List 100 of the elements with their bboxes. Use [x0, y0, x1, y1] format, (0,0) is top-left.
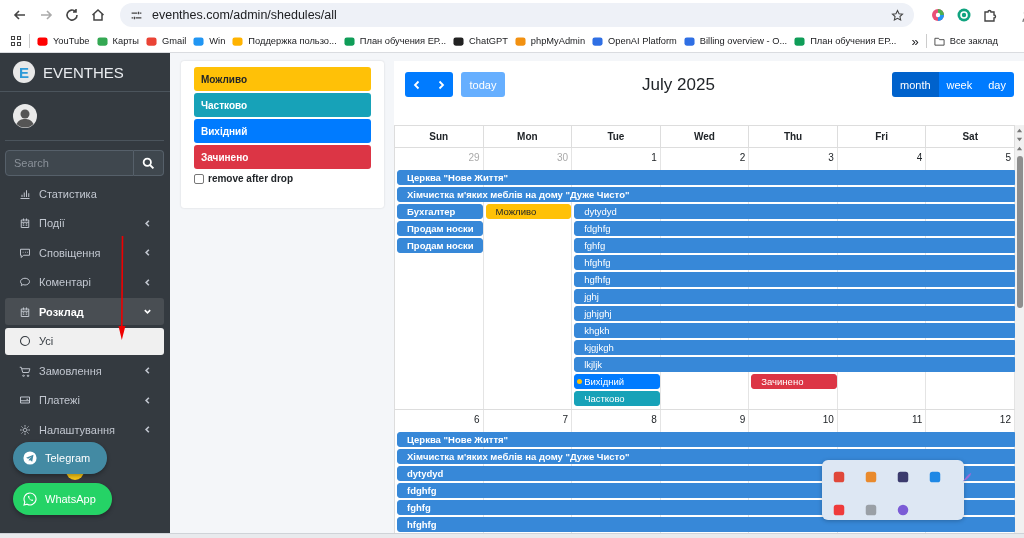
next-button[interactable] — [429, 72, 453, 97]
day-number[interactable]: 8 — [572, 410, 661, 432]
bookmark[interactable]: Карты — [96, 35, 140, 47]
calendar-event[interactable]: lkjljk — [574, 357, 1015, 372]
url-text: eventhes.com/admin/shedules/all — [152, 8, 338, 22]
view-tab[interactable]: day — [980, 72, 1014, 97]
previous-button[interactable] — [405, 72, 429, 97]
calendar-event[interactable]: hgfhfg — [574, 272, 1015, 287]
calendar-icon — [19, 217, 31, 229]
calendar-event[interactable]: hfghfg — [397, 517, 1015, 532]
day-number[interactable]: 12 — [926, 410, 1015, 432]
calendar-event[interactable]: hfghfg — [574, 255, 1015, 270]
bookmark[interactable]: phpMyAdmin — [514, 35, 586, 47]
calendar-event[interactable]: Продам носки — [397, 238, 483, 253]
scroll-up-icon[interactable] — [1016, 127, 1023, 134]
view-tab[interactable]: month — [892, 72, 939, 97]
bookmark[interactable]: Поддержка пользо... — [232, 35, 337, 47]
chevron-left-icon — [143, 425, 152, 434]
nav-item[interactable]: Коментарі — [5, 268, 164, 296]
app-icon[interactable] — [960, 470, 974, 484]
day-number[interactable]: 1 — [572, 148, 661, 170]
calendar-event[interactable]: Хімчистка м'яких меблів на дому "Дуже Чисто" — [397, 449, 1015, 464]
home-icon[interactable] — [90, 7, 106, 23]
calendar-event[interactable]: Хімчистка м'яких меблів на дому "Дуже Чисто" — [397, 187, 1015, 202]
chevron-left-icon — [143, 395, 152, 405]
calendar-event[interactable]: fdghfg — [574, 221, 1015, 236]
calendar-event[interactable]: Вихідний — [574, 374, 660, 389]
checkbox-label[interactable]: remove after drop — [208, 173, 294, 184]
weekday-header: Tue — [572, 126, 661, 147]
day-number[interactable]: 4 — [837, 148, 927, 170]
calendar-event[interactable]: fghfg — [574, 238, 1015, 253]
draggable-event[interactable]: Можливо — [194, 67, 371, 91]
apps-grid-icon[interactable] — [10, 35, 22, 47]
bookmark[interactable]: YouTube — [37, 35, 90, 47]
calendar-event[interactable]: Продам носки — [397, 221, 483, 236]
extension-icon[interactable] — [930, 7, 946, 23]
nav-item[interactable]: Налаштування — [5, 416, 164, 443]
calendar-event[interactable]: Можливо — [485, 204, 572, 219]
star-icon[interactable] — [891, 8, 904, 22]
day-number[interactable]: 9 — [660, 410, 750, 432]
bookmark[interactable]: Win — [193, 35, 226, 47]
cart-icon — [19, 364, 31, 377]
bookmark[interactable]: План обучения ЕР... — [794, 35, 897, 47]
bookmark[interactable]: План обучения ЕР... — [343, 35, 447, 47]
extension-icon[interactable] — [956, 7, 972, 23]
calendar-event[interactable]: khgkh — [574, 323, 1015, 338]
nav-item[interactable]: Платежі — [5, 386, 164, 414]
calendar-event[interactable]: jghjghj — [574, 306, 1015, 321]
scrollbar[interactable] — [1015, 125, 1024, 533]
day-number[interactable]: 10 — [749, 410, 838, 432]
calendar-event[interactable]: Церква "Нове Життя" — [397, 432, 1015, 447]
site-icon — [592, 35, 604, 47]
calendar-event[interactable]: Церква "Нове Життя" — [397, 170, 1015, 185]
day-number[interactable]: 3 — [749, 148, 838, 170]
app-icon[interactable] — [896, 503, 910, 517]
calendar-event[interactable]: dytydyd — [574, 204, 1015, 219]
bookmark[interactable]: Gmail — [146, 35, 187, 47]
card-icon — [19, 394, 31, 406]
search-field[interactable]: Search — [5, 150, 134, 176]
more-bookmarks-button[interactable]: » — [911, 33, 919, 49]
reload-icon[interactable] — [64, 7, 80, 23]
nav-item[interactable]: Розклад — [5, 298, 164, 325]
chevron-left-icon — [143, 277, 152, 287]
puzzle-icon[interactable] — [982, 7, 998, 23]
scroll-down-icon[interactable] — [1016, 136, 1023, 143]
site-icon — [453, 35, 465, 47]
calendar-event[interactable]: Бухгалтер — [397, 204, 483, 219]
phone-icon — [23, 492, 37, 506]
brand-name[interactable]: EVENTHES — [43, 63, 124, 81]
avatar[interactable] — [13, 104, 37, 128]
day-number[interactable]: 6 — [395, 410, 484, 432]
nav-item[interactable]: Події — [5, 209, 164, 237]
nav-subitem[interactable]: Усі — [5, 327, 164, 355]
draggable-event[interactable]: Вихідний — [194, 119, 371, 143]
bookmark[interactable]: Billing overview - O... — [683, 35, 788, 47]
checkbox[interactable] — [194, 173, 204, 184]
bookmark[interactable]: OpenAI Platform — [592, 35, 677, 47]
scroll-up-icon[interactable] — [1016, 145, 1023, 152]
nav-item[interactable]: Сповіщення — [5, 239, 164, 266]
bookmarks-folder[interactable]: Все заклад — [933, 35, 998, 47]
nav-item[interactable]: Статистика — [5, 180, 164, 207]
weekday-header: Fri — [837, 126, 927, 147]
address-bar[interactable]: eventhes.com/admin/shedules/all — [120, 3, 914, 27]
app-icon[interactable] — [896, 470, 910, 484]
view-tab[interactable]: week — [938, 72, 981, 97]
chat-button[interactable]: Telegram — [13, 442, 108, 474]
site-icon — [343, 35, 355, 47]
day-number[interactable]: 11 — [837, 410, 927, 432]
site-icon — [37, 35, 48, 47]
bookmark[interactable]: ChatGPT — [453, 35, 508, 47]
calendar-event[interactable]: jghj — [574, 289, 1015, 304]
calendar-event[interactable]: Зачинено — [751, 374, 837, 389]
day-number[interactable]: 7 — [483, 410, 573, 432]
day-number[interactable]: 5 — [926, 148, 1015, 170]
search-button[interactable] — [134, 150, 164, 176]
chevron-left-icon — [143, 248, 152, 257]
nav-item[interactable]: Замовлення — [5, 357, 164, 384]
day-number[interactable]: 2 — [660, 148, 750, 170]
draggable-event[interactable]: Зачинено — [194, 145, 371, 169]
calendar-event[interactable]: kjgjkgh — [574, 340, 1015, 355]
